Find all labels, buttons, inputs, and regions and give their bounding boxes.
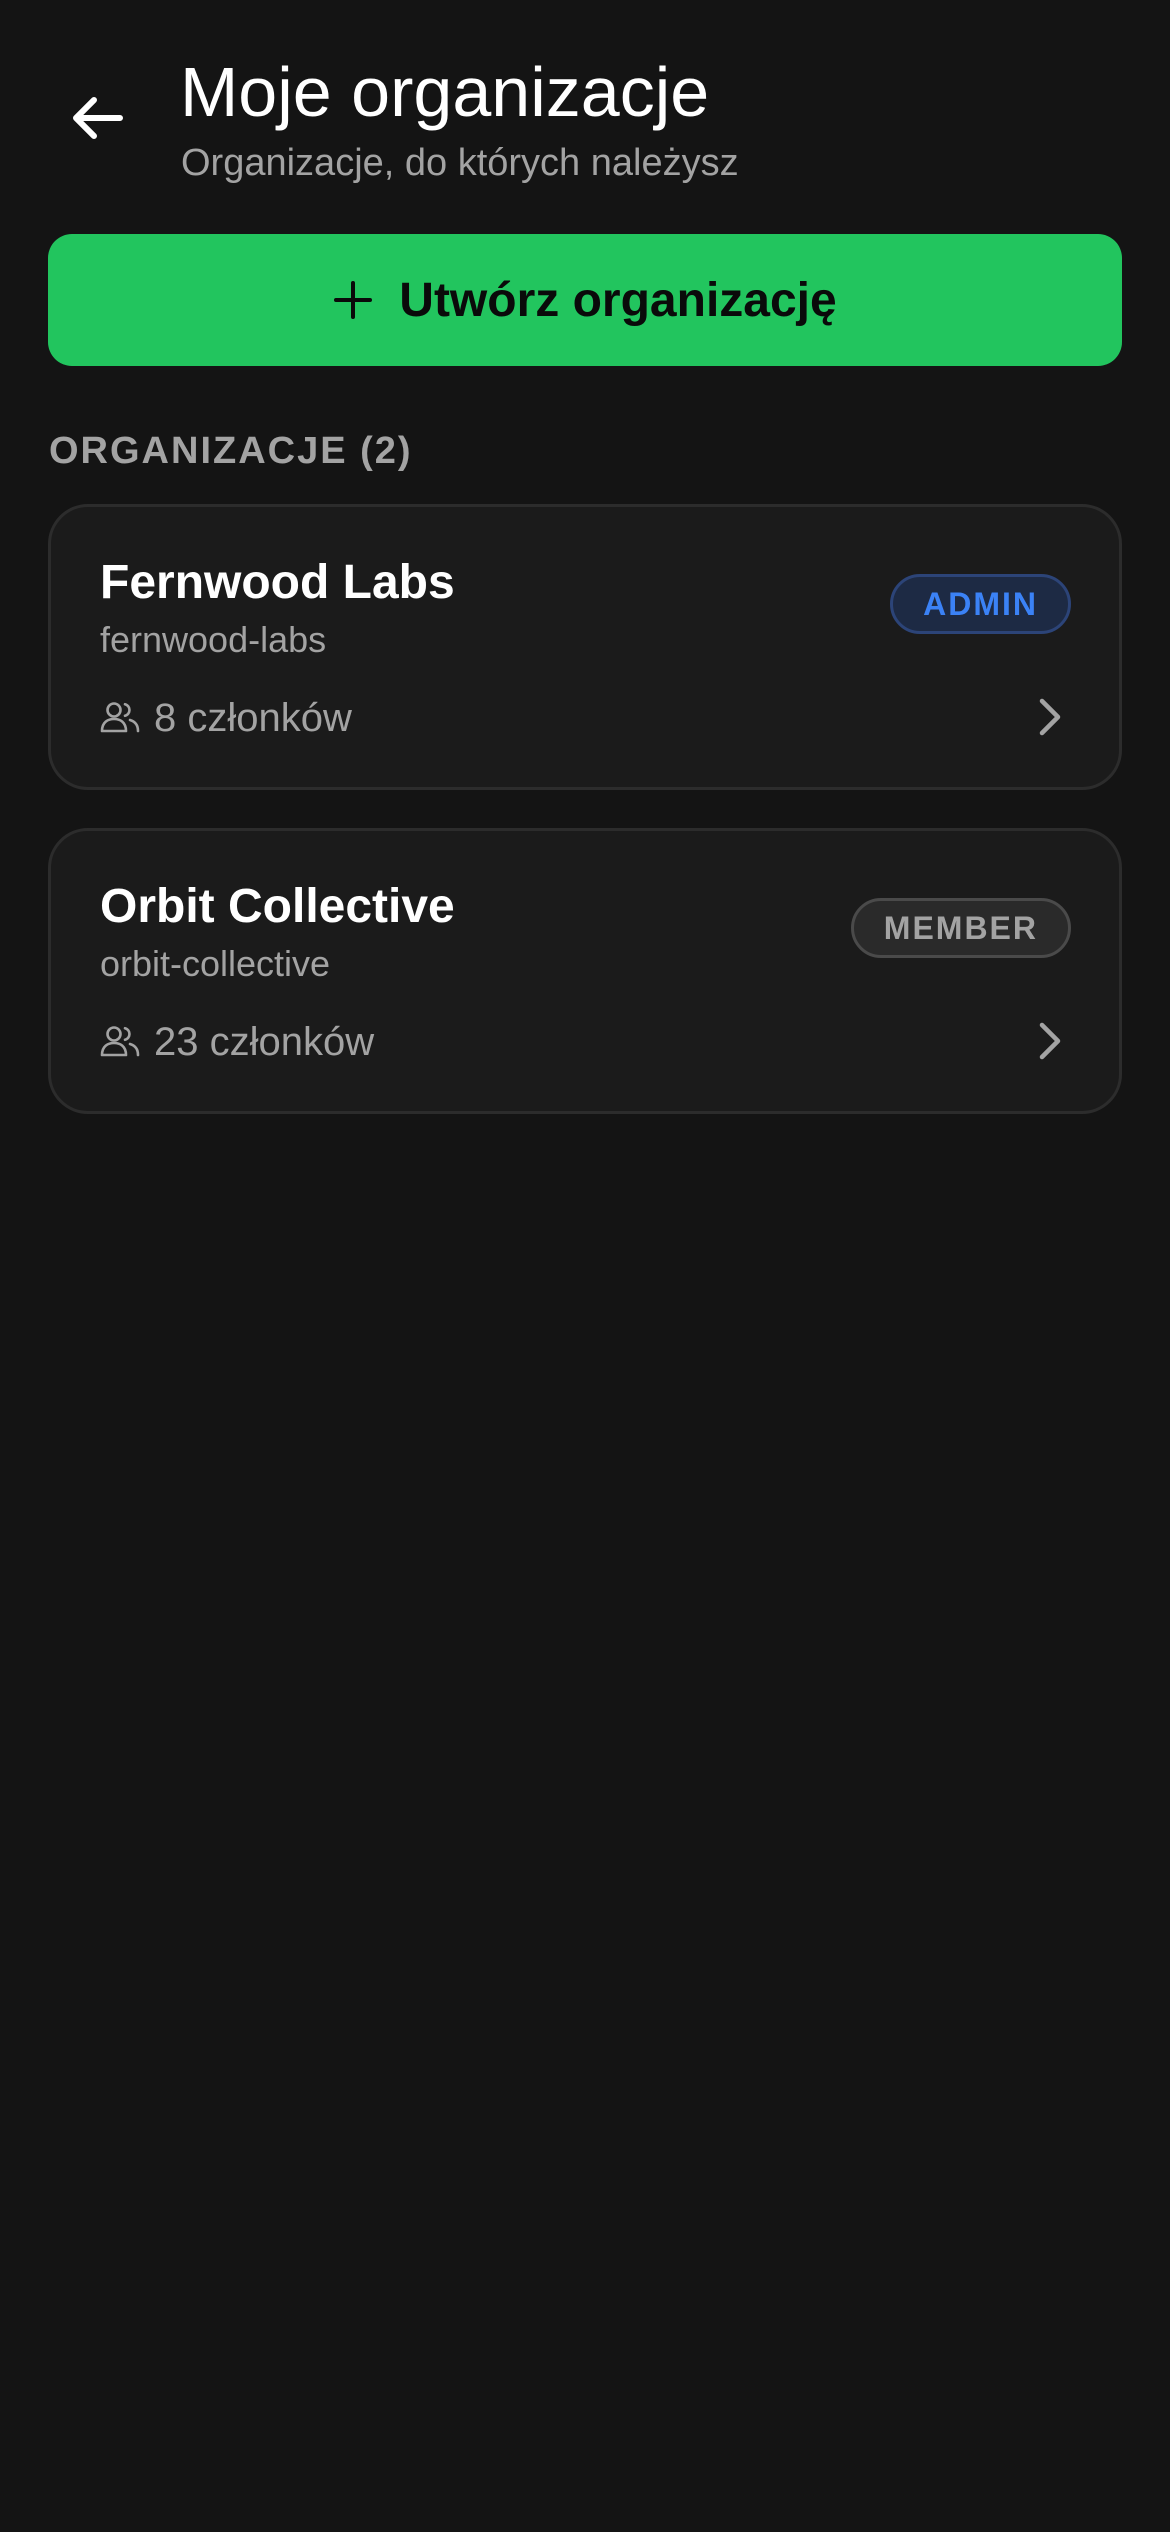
member-count-label: 8 członków bbox=[154, 695, 352, 740]
chevron-right-icon bbox=[1035, 695, 1065, 739]
role-badge: ADMIN bbox=[890, 574, 1071, 634]
member-count: 23 członków bbox=[100, 1017, 374, 1067]
plus-icon bbox=[333, 280, 373, 320]
chevron-right-icon bbox=[1035, 1019, 1065, 1063]
arrow-left-icon bbox=[73, 97, 123, 139]
page-subtitle: Organizacje, do których należysz bbox=[181, 142, 739, 184]
member-count-label: 23 członków bbox=[154, 1019, 375, 1064]
page-title: Moje organizacje bbox=[180, 53, 710, 131]
create-organization-button[interactable]: Utwórz organizację bbox=[48, 234, 1122, 366]
app-header: Moje organizacje Organizacje, do których… bbox=[0, 0, 1170, 200]
organization-slug: orbit-collective bbox=[100, 943, 331, 984]
member-count: 8 członków bbox=[100, 693, 352, 743]
role-badge: MEMBER bbox=[850, 898, 1071, 958]
create-organization-label: Utwórz organizację bbox=[399, 273, 837, 327]
users-icon bbox=[100, 1026, 140, 1057]
users-icon bbox=[100, 702, 140, 733]
organization-card-fernwood-labs[interactable]: Fernwood Labs fernwood-labs ADMIN 8 czło… bbox=[48, 504, 1122, 790]
organization-name: Orbit Collective bbox=[100, 880, 455, 933]
back-button[interactable] bbox=[56, 78, 136, 158]
organization-slug: fernwood-labs bbox=[100, 619, 327, 660]
organizations-section-label: ORGANIZACJE (2) bbox=[49, 430, 413, 472]
organization-card-orbit-collective[interactable]: Orbit Collective orbit-collective MEMBER… bbox=[48, 828, 1122, 1114]
organization-name: Fernwood Labs bbox=[100, 556, 455, 609]
